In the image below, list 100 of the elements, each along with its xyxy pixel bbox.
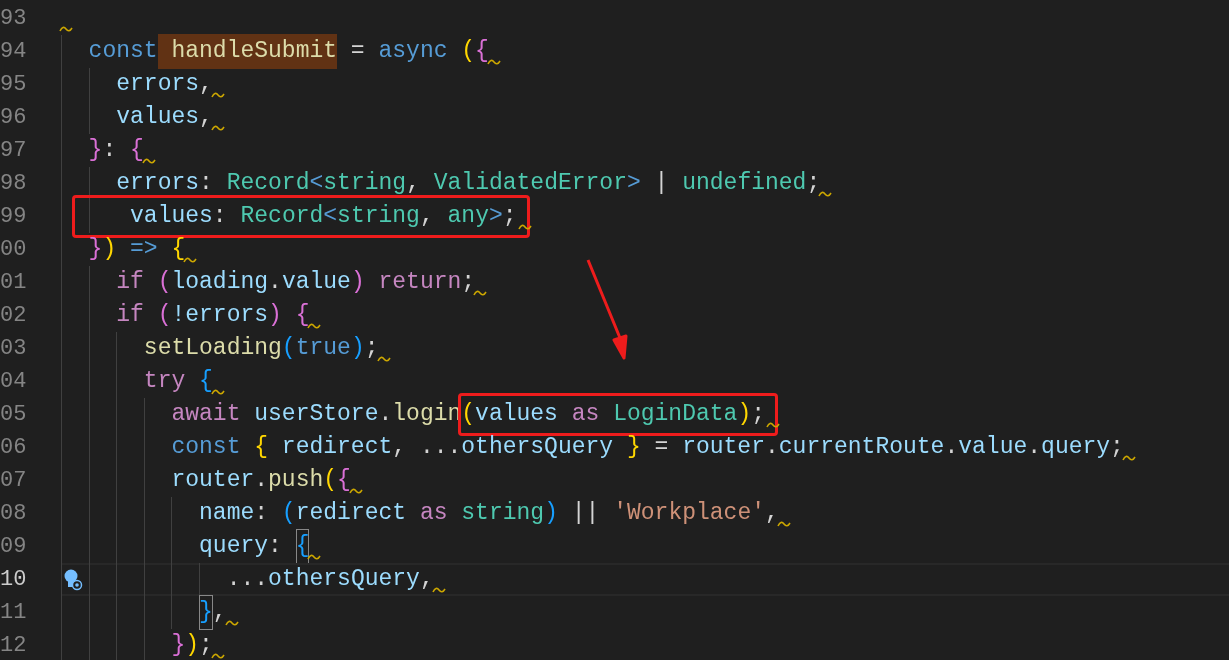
line-number: 98 (0, 170, 28, 198)
code-punctuation: . (268, 268, 282, 298)
code-bracket: } (88, 136, 103, 166)
line-number: 97 (0, 137, 28, 165)
code-punctuation: ; (502, 203, 517, 230)
line-number: 09 (0, 533, 28, 561)
line-number: 12 (0, 632, 28, 660)
code-bracket: { (337, 466, 351, 496)
code-function-name: login (392, 400, 462, 430)
code-bracket: ) (737, 401, 752, 428)
line-number: 94 (0, 38, 28, 66)
code-punctuation: . (378, 400, 393, 430)
code-punctuation: , ... (392, 433, 462, 463)
code-punctuation: , (419, 203, 435, 230)
line-number: 08 (0, 500, 28, 528)
code-bracket: { (295, 529, 310, 564)
code-keyword: const (171, 433, 241, 463)
code-keyword: as (570, 401, 600, 428)
code-string: 'Workplace' (613, 499, 765, 529)
code-bracket: } (199, 595, 213, 630)
code-bracket: } (171, 631, 186, 660)
code-bracket: ( (281, 499, 296, 529)
code-identifier: errors (116, 70, 200, 100)
code-punctuation: = (653, 433, 670, 463)
code-bracket: ( (461, 401, 476, 428)
code-identifier: othersQuery (461, 433, 614, 463)
code-punctuation: . (765, 433, 779, 463)
code-function-name: push (268, 466, 324, 496)
code-punctuation: ; (751, 401, 765, 428)
line-number: 00 (0, 236, 28, 264)
code-punctuation: = (349, 37, 366, 67)
code-type: string (337, 203, 420, 230)
code-punctuation: , (406, 169, 421, 199)
code-keyword: < (309, 169, 324, 199)
code-bracket: ) (350, 268, 365, 298)
code-punctuation: . (944, 433, 959, 463)
code-identifier: value (958, 433, 1028, 463)
code-punctuation: ; (199, 631, 213, 660)
code-punctuation: , (199, 70, 213, 100)
code-type: ValidatedError (433, 169, 627, 199)
code-keyword: try (143, 367, 186, 397)
code-identifier: !errors (171, 301, 269, 331)
code-identifier: othersQuery (268, 565, 420, 595)
code-bracket: { (253, 433, 269, 463)
code-keyword: => (129, 235, 158, 265)
code-identifier: values (475, 401, 558, 428)
code-keyword: > (488, 203, 503, 230)
code-identifier: currentRoute (778, 433, 945, 463)
code-identifier: query (199, 532, 269, 562)
code-bracket: ) (102, 235, 117, 265)
code-punctuation: : (268, 532, 283, 562)
code-bracket: ) (268, 301, 282, 331)
line-number: 06 (0, 434, 28, 462)
code-punctuation: , (199, 103, 213, 133)
code-punctuation: , (212, 598, 227, 628)
code-punctuation: | (653, 169, 670, 199)
line-number: 05 (0, 401, 28, 429)
code-bracket: ( (323, 466, 338, 496)
code-bracket: { (170, 235, 186, 265)
code-punctuation: ... (226, 565, 269, 595)
code-punctuation: ; (461, 268, 476, 298)
code-punctuation: . (254, 466, 269, 496)
code-punctuation: , (765, 499, 779, 529)
line-number: 11 (0, 599, 28, 627)
code-punctuation: ; (364, 334, 379, 364)
code-bracket: ( (156, 301, 172, 331)
code-bracket: ) (350, 334, 365, 364)
code-keyword: < (323, 203, 338, 230)
code-punctuation: : (199, 169, 214, 199)
code-punctuation: . (1027, 433, 1042, 463)
code-identifier: values (129, 203, 213, 230)
code-function-name: setLoading (143, 334, 282, 364)
code-keyword: > (626, 169, 641, 199)
code-bracket: { (130, 136, 144, 166)
line-number: 01 (0, 269, 28, 297)
code-keyword: true (295, 334, 351, 364)
code-type: string (323, 169, 407, 199)
code-function-name: handleSubmit (157, 34, 338, 69)
code-identifier: value (281, 268, 351, 298)
code-identifier: errors (116, 169, 200, 199)
lightbulb-icon[interactable] (63, 569, 83, 591)
code-bracket: ) (185, 631, 200, 660)
code-punctuation: ; (1110, 433, 1124, 463)
code-type: Record (240, 203, 324, 230)
code-punctuation: : (102, 136, 118, 166)
code-identifier: router (682, 433, 765, 463)
line-number: 93 (0, 5, 28, 33)
code-keyword: await (171, 400, 241, 430)
line-number: 07 (0, 467, 28, 495)
code-keyword: as (418, 499, 448, 529)
code-bracket: } (88, 235, 103, 265)
code-type: any (447, 203, 489, 230)
code-identifier: userStore (253, 400, 379, 430)
code-bracket: } (625, 433, 641, 463)
line-number: 99 (0, 203, 28, 231)
code-bracket: ) (544, 499, 558, 529)
code-identifier: redirect (295, 499, 407, 529)
code-identifier: query (1041, 433, 1111, 463)
line-number: 02 (0, 302, 28, 330)
code-punctuation: , (419, 565, 434, 595)
